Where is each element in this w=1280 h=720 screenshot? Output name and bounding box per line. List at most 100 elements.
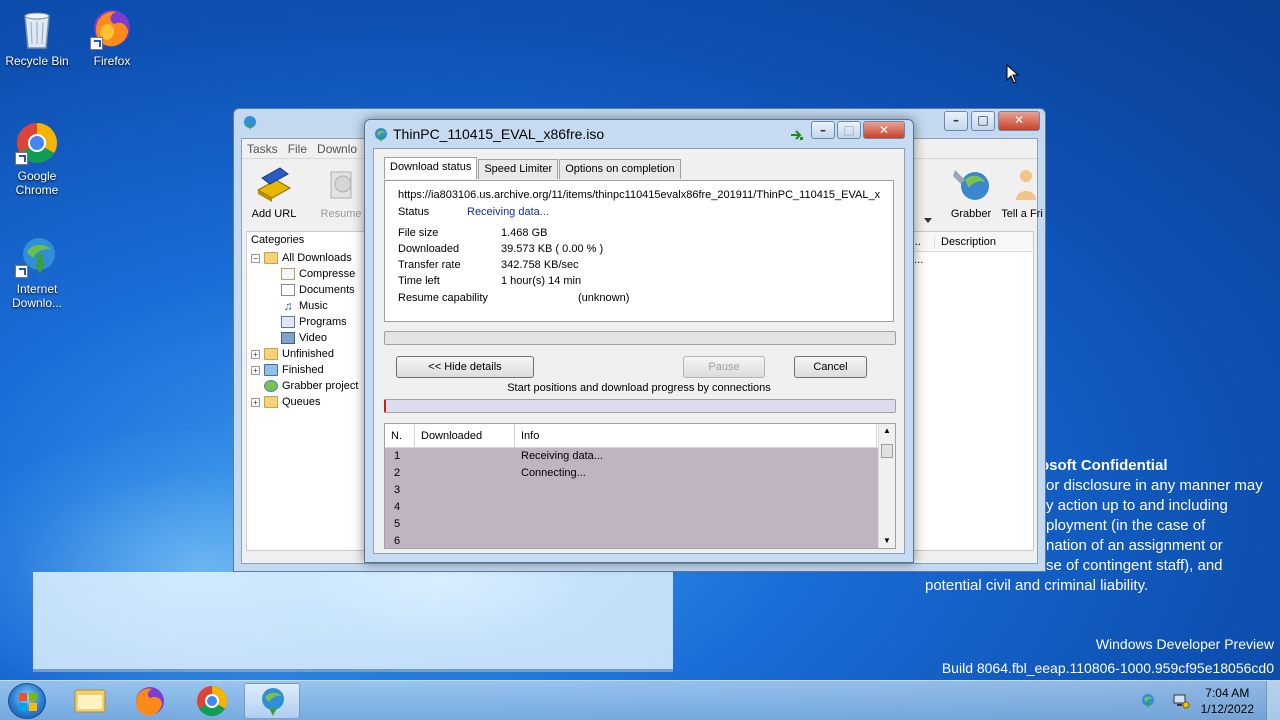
table-row[interactable]: 6 — [385, 533, 877, 548]
resume-capability-label: Resume capability — [398, 292, 488, 304]
taskbar-explorer-button[interactable] — [62, 683, 118, 719]
status-label: Status — [398, 206, 430, 218]
minimize-button[interactable]: – — [944, 111, 968, 131]
firefox-icon — [136, 687, 164, 716]
row-number: 4 — [394, 501, 401, 513]
download-progress-dialog[interactable]: ThinPC_110415_EVAL_x86fre.iso – □ ✕ Down… — [364, 119, 914, 563]
row-number: 2 — [394, 467, 401, 479]
add-url-button[interactable]: Add URL — [244, 166, 304, 220]
desktop-icon-label: Internet Downlo... — [11, 282, 63, 310]
resume-button[interactable]: Resume — [311, 166, 371, 220]
table-row[interactable]: 3 — [385, 482, 877, 499]
add-url-icon — [254, 166, 294, 204]
watermark-title: osoft Confidential — [1040, 457, 1168, 474]
show-desktop-button[interactable] — [1266, 681, 1280, 720]
scroll-down-arrow-icon[interactable]: ▼ — [879, 534, 895, 548]
expand-icon[interactable]: + — [251, 365, 260, 375]
category-video[interactable]: Video — [281, 330, 327, 346]
category-compressed[interactable]: Compresse — [281, 266, 355, 282]
row-number: 1 — [394, 450, 401, 462]
column-header-downloaded[interactable]: Downloaded — [415, 424, 515, 448]
idm-icon — [262, 688, 284, 716]
connections-table[interactable]: N. Downloaded Info 1 Receiving data... 2… — [384, 423, 896, 549]
category-label: Music — [299, 300, 328, 312]
desktop-icon-chrome[interactable]: Google Chrome — [0, 121, 74, 197]
desktop-icon-internet-download-manager[interactable]: Internet Downlo... — [0, 234, 74, 310]
file-size-value: 1.468 GB — [501, 227, 548, 239]
category-queues[interactable]: + Queues — [251, 394, 321, 410]
category-all-downloads[interactable]: − All Downloads — [251, 250, 352, 266]
category-label: All Downloads — [282, 252, 352, 264]
menu-tasks[interactable]: Tasks — [242, 142, 283, 156]
row-number: 6 — [394, 535, 401, 547]
transfer-rate-value: 342.758 KB/sec — [501, 259, 579, 271]
pause-button[interactable]: Pause — [683, 356, 765, 378]
table-row[interactable]: 4 — [385, 499, 877, 516]
watermark-line: ployment (in the case of — [1046, 517, 1206, 534]
taskbar-idm-button[interactable] — [244, 683, 300, 719]
watermark-line: y action up to and including — [1046, 497, 1228, 514]
category-programs[interactable]: Programs — [281, 314, 347, 330]
collapse-icon[interactable]: − — [251, 253, 260, 263]
expand-icon[interactable]: + — [251, 397, 260, 407]
cancel-button[interactable]: Cancel — [794, 356, 867, 378]
column-header[interactable]: Description — [935, 236, 996, 248]
download-url: https://ia803106.us.archive.org/11/items… — [398, 189, 881, 201]
dialog-minimize-button[interactable]: – — [811, 121, 835, 139]
time-left-value: 1 hour(s) 14 min — [501, 275, 582, 287]
category-unfinished[interactable]: + Unfinished — [251, 346, 334, 362]
network-icon[interactable] — [1172, 693, 1190, 709]
download-list[interactable]: y... Description 0... — [904, 231, 1034, 551]
category-grabber-projects[interactable]: Grabber project — [264, 378, 358, 394]
menu-downloads[interactable]: Downlo — [312, 142, 362, 156]
tab-speed-limiter[interactable]: Speed Limiter — [478, 159, 559, 179]
table-row[interactable]: 5 — [385, 516, 877, 533]
tab-options-on-completion[interactable]: Options on completion — [559, 159, 681, 179]
desktop-icon-firefox[interactable]: Firefox — [75, 6, 149, 68]
dialog-close-button[interactable]: ✕ — [863, 121, 905, 139]
minimize-to-tray-icon[interactable] — [790, 130, 804, 140]
windows-logo-icon — [19, 693, 37, 711]
category-finished[interactable]: + Finished — [251, 362, 324, 378]
chevron-down-icon[interactable] — [924, 218, 932, 224]
grabber-icon — [951, 166, 991, 204]
dialog-maximize-button: □ — [837, 121, 861, 139]
column-header-info[interactable]: Info — [515, 424, 877, 448]
desktop-icon-label: Firefox — [93, 54, 131, 68]
column-header-n[interactable]: N. — [385, 424, 415, 448]
desktop-icon-recycle-bin[interactable]: Recycle Bin — [0, 6, 74, 68]
hide-details-button[interactable]: << Hide details — [396, 356, 534, 378]
table-row[interactable]: 1 Receiving data... — [385, 448, 877, 465]
taskbar-firefox-button[interactable] — [122, 683, 178, 719]
tell-a-friend-label: Tell a Fri — [1001, 208, 1043, 220]
expand-icon[interactable]: + — [251, 349, 260, 359]
scroll-up-arrow-icon[interactable]: ▲ — [879, 424, 895, 438]
document-icon — [281, 284, 295, 296]
grabber-button[interactable]: Grabber — [941, 166, 1001, 220]
connections-table-header: N. Downloaded Info — [385, 424, 895, 448]
clock-time: 7:04 AM — [1205, 686, 1250, 700]
folder-icon — [264, 396, 278, 408]
recycle-bin-icon — [15, 6, 59, 50]
maximize-button[interactable]: □ — [971, 111, 995, 131]
taskbar-chrome-button[interactable] — [184, 683, 240, 719]
chrome-icon — [197, 686, 228, 717]
tell-a-friend-button[interactable]: Tell a Fri — [998, 166, 1046, 220]
download-status-panel: https://ia803106.us.archive.org/11/items… — [384, 180, 894, 322]
scroll-thumb[interactable] — [881, 444, 893, 458]
row-number: 3 — [394, 484, 401, 496]
desktop-icon-label: Google Chrome — [15, 169, 59, 197]
tab-download-status[interactable]: Download status — [384, 157, 478, 179]
music-note-icon: ♫ — [283, 299, 293, 313]
table-row[interactable]: 2 Connecting... — [385, 465, 877, 482]
system-clock[interactable]: 7:04 AM 1/12/2022 — [1201, 685, 1254, 717]
start-button[interactable] — [8, 683, 46, 719]
category-documents[interactable]: Documents — [281, 282, 355, 298]
category-music[interactable]: ♫ Music — [281, 298, 328, 314]
watermark-line: se of contingent staff), and — [1046, 557, 1223, 574]
idm-tray-icon[interactable] — [1140, 693, 1156, 709]
close-button[interactable]: ✕ — [998, 111, 1040, 131]
menu-file[interactable]: File — [283, 142, 312, 156]
connections-progress-bar — [384, 399, 896, 413]
vertical-scrollbar[interactable]: ▲ ▼ — [878, 424, 895, 548]
